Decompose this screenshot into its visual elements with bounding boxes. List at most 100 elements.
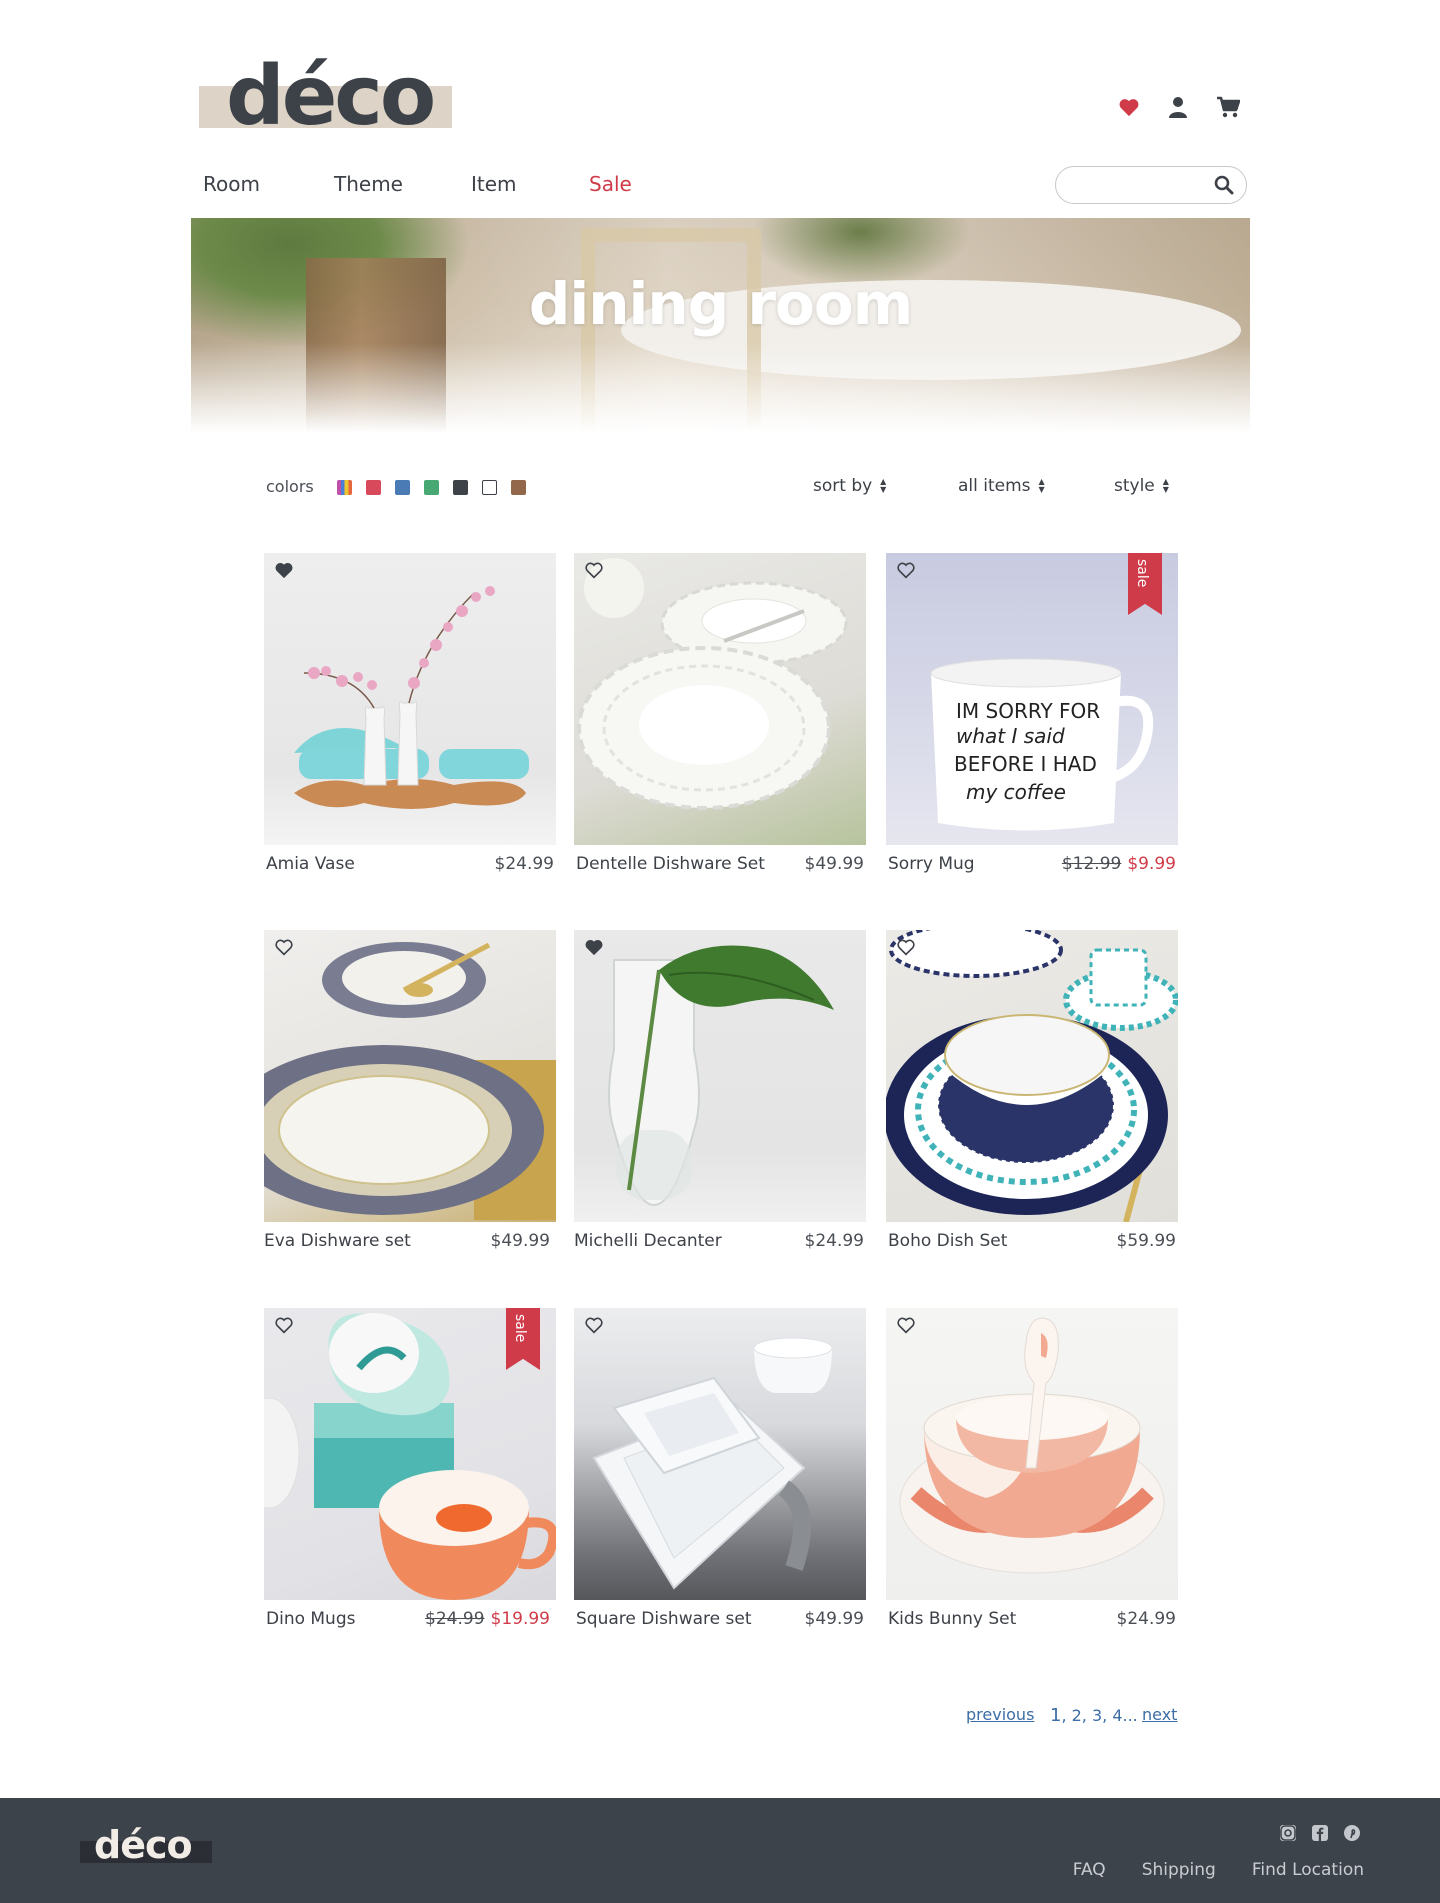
main-nav: Room Theme Item Sale [203,172,632,196]
product-image[interactable] [574,930,866,1222]
footer-links: FAQ Shipping Find Location [1073,1860,1364,1880]
old-price: $24.99 [425,1609,485,1629]
dishware-illustration [592,1337,833,1590]
search-icon[interactable] [1214,175,1234,195]
product-price: $59.99 [1116,1231,1176,1251]
product-image[interactable] [574,553,866,845]
search-box [1055,166,1247,204]
instagram-icon[interactable] [1280,1825,1296,1841]
dishware-illustration [577,558,848,810]
swatch-brown[interactable] [511,480,526,495]
product-price: $49.99 [804,854,864,874]
style-label: style [1114,476,1155,496]
all-items-dropdown[interactable]: all items ▲ ▼ [958,476,1045,496]
product-name[interactable]: Kids Bunny Set [888,1609,1016,1629]
search-input[interactable] [1070,174,1200,196]
favorite-heart-icon[interactable] [274,1316,294,1334]
product-name[interactable]: Square Dishware set [576,1609,751,1629]
product-name[interactable]: Amia Vase [266,854,355,874]
sort-arrows-icon: ▲ ▼ [880,476,887,494]
bunny-set-illustration [899,1317,1165,1574]
previous-link[interactable]: previous [966,1705,1034,1724]
nav-theme[interactable]: Theme [334,172,471,196]
favorite-heart-icon[interactable] [896,938,916,956]
svg-text:BEFORE I HAD: BEFORE I HAD [954,752,1097,776]
header-icons [1118,96,1240,118]
style-dropdown[interactable]: style ▲ ▼ [1114,476,1169,496]
favorite-heart-icon[interactable] [896,561,916,579]
product-name[interactable]: Eva Dishware set [264,1231,411,1251]
product-price: $49.99 [490,1231,550,1251]
dishware-illustration [264,942,556,1220]
product-name[interactable]: Boho Dish Set [888,1231,1007,1251]
footer: déco FAQ Shipping Find Location [0,1798,1440,1903]
footer-link-faq[interactable]: FAQ [1073,1860,1106,1880]
cart-icon[interactable] [1216,96,1240,118]
product-price: $24.99 $19.99 [425,1609,550,1629]
swatch-red[interactable] [366,480,381,495]
svg-text:what I said: what I said [956,724,1065,748]
page-links[interactable]: , 2, 3, 4... [1061,1706,1137,1725]
footer-link-shipping[interactable]: Shipping [1142,1860,1216,1880]
footer-logo[interactable]: déco [80,1826,212,1866]
nav-item[interactable]: Item [471,172,589,196]
heart-icon[interactable] [1118,97,1140,117]
product-price: $24.99 [494,854,554,874]
product-image[interactable] [574,1308,866,1600]
swatch-white[interactable] [482,480,497,495]
favorite-heart-icon[interactable] [274,561,294,579]
favorite-heart-icon[interactable] [896,1316,916,1334]
next-link[interactable]: next [1142,1705,1177,1724]
product-image[interactable]: sale [264,1308,556,1600]
decanter-illustration [608,945,834,1207]
color-swatches [337,480,526,495]
product-name[interactable]: Sorry Mug [888,854,975,874]
old-price: $12.99 [1061,854,1122,874]
all-items-label: all items [958,476,1031,496]
logo-text: déco [226,49,436,144]
mug-text: IM SORRY FOR [956,699,1100,723]
product-price: $49.99 [804,1609,864,1629]
product-price: $24.99 [1116,1609,1176,1629]
favorite-heart-icon[interactable] [274,938,294,956]
swatch-blue[interactable] [395,480,410,495]
logo[interactable]: déco [199,56,452,138]
product-price: $24.99 [804,1231,864,1251]
hero-fade [191,343,1250,433]
favorite-heart-icon[interactable] [584,938,604,956]
sort-by-label: sort by [813,476,873,496]
favorite-heart-icon[interactable] [584,561,604,579]
product-name[interactable]: Michelli Decanter [574,1231,722,1251]
sort-arrows-icon: ▲ ▼ [1038,476,1045,494]
page-title: dining room [528,270,913,338]
svg-text:my coffee: my coffee [966,780,1066,804]
sale-price: $9.99 [1127,854,1176,874]
footer-link-find-location[interactable]: Find Location [1252,1860,1364,1880]
swatch-green[interactable] [424,480,439,495]
nav-room[interactable]: Room [203,172,334,196]
product-name[interactable]: Dino Mugs [266,1609,355,1629]
product-image[interactable] [886,1308,1178,1600]
product-image[interactable]: IM SORRY FOR what I said BEFORE I HAD my… [886,553,1178,845]
product-image[interactable] [264,930,556,1222]
product-name[interactable]: Dentelle Dishware Set [576,854,765,874]
facebook-icon[interactable] [1312,1825,1328,1841]
dishware-illustration [886,930,1178,1222]
favorite-heart-icon[interactable] [584,1316,604,1334]
user-icon[interactable] [1168,96,1188,118]
page-current[interactable]: 1 [1050,1705,1061,1726]
swatch-multicolor[interactable] [337,480,352,495]
product-image[interactable] [886,930,1178,1222]
pinterest-icon[interactable] [1344,1825,1360,1841]
sale-price: $19.99 [490,1609,550,1629]
swatch-dark[interactable] [453,480,468,495]
sort-arrows-icon: ▲ ▼ [1162,476,1169,494]
nav-sale[interactable]: Sale [589,172,632,196]
colors-label: colors [266,477,314,496]
sort-by-dropdown[interactable]: sort by ▲ ▼ [813,476,886,496]
product-price: $12.99 $9.99 [1062,854,1176,874]
social-links [1280,1825,1360,1841]
page-numbers: 1, 2, 3, 4... [1050,1705,1138,1726]
vase-illustration [294,586,529,809]
product-image[interactable] [264,553,556,845]
